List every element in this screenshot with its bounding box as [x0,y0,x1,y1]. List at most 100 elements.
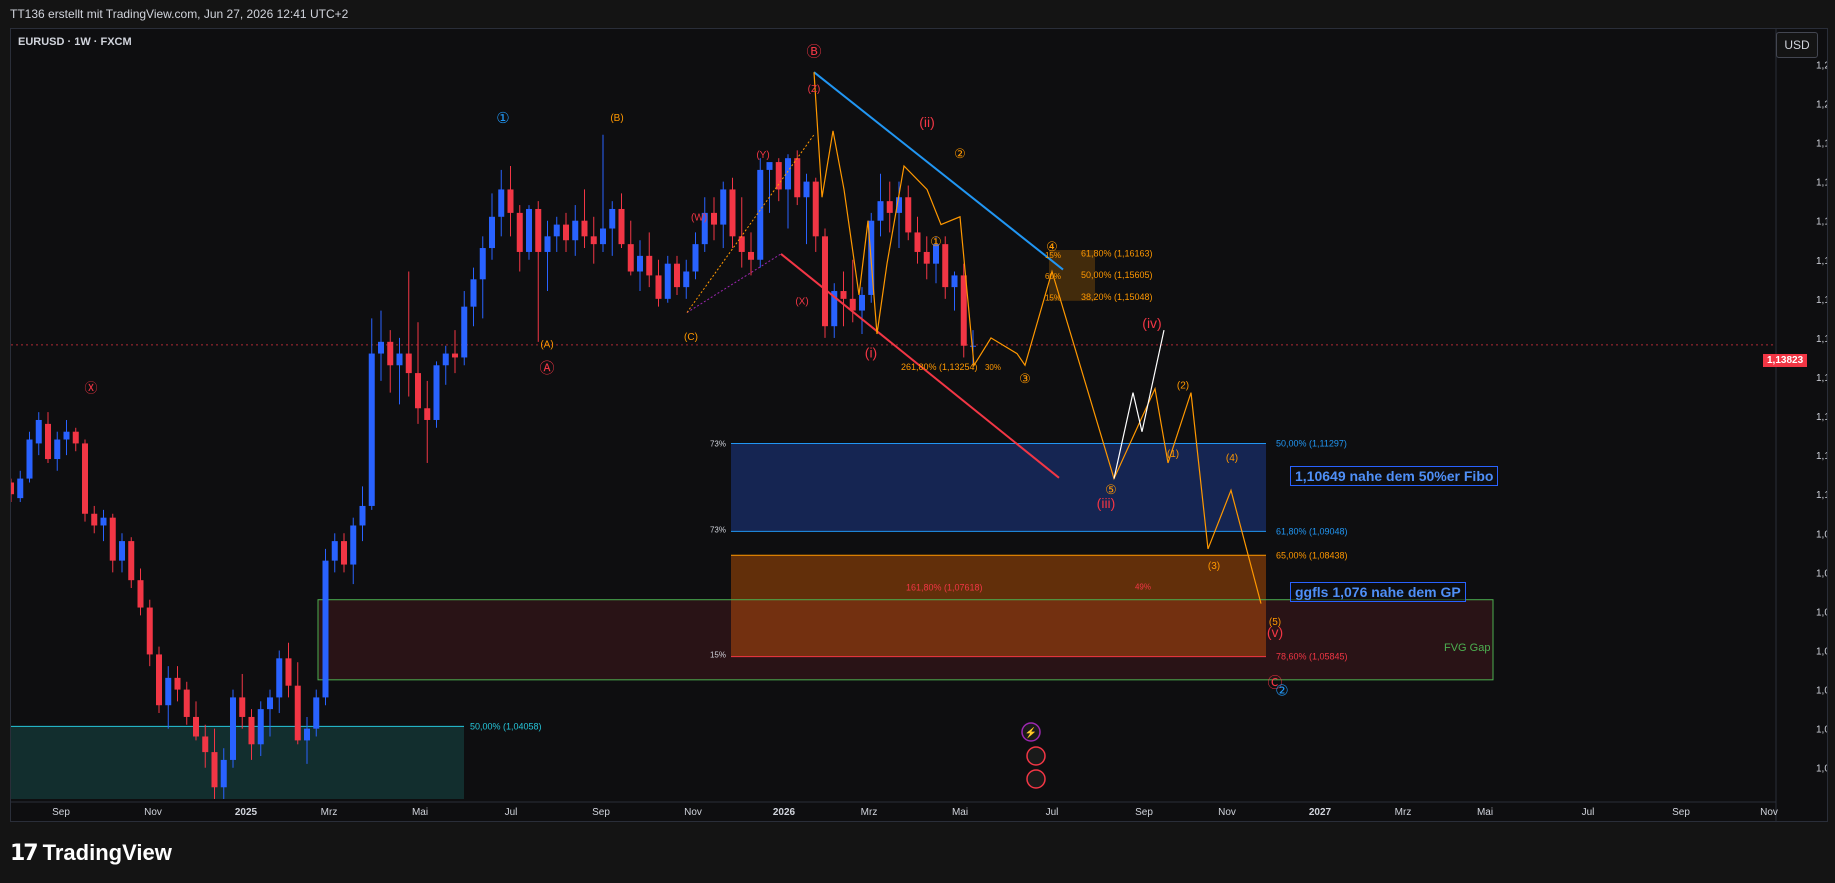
wave-label: (2) [1177,381,1189,392]
candle-body [378,341,384,354]
candle-body [507,189,514,213]
current-price-tag: 1,13823 [1763,354,1808,367]
candle-body [479,248,486,280]
candle-body [970,345,976,347]
support-zone [11,726,464,799]
x-tick-label: Nov [684,807,702,818]
candle-body [239,697,246,717]
wave-label: (iii) [1097,495,1116,511]
x-tick-label: Mai [412,807,428,818]
candle-body [951,275,958,288]
page-title: TT136 erstellt mit TradingView.com, Jun … [10,7,349,21]
y-tick-label: 1,03000 [1816,764,1827,775]
candle-body [230,697,236,760]
candle-body [775,162,782,190]
candle-body [692,244,699,272]
candle-body [572,220,579,241]
percent-label: 73% [710,439,726,448]
candle-body [526,208,532,252]
x-tick-label: Sep [1672,807,1690,818]
candle-body [664,263,671,299]
candle-body [137,580,144,608]
candle-body [563,224,569,241]
wave-label: ⑤ [1105,482,1117,497]
y-tick-label: 1,14000 [1816,334,1827,345]
x-tick-label: 2025 [235,807,258,818]
candle-body [119,541,125,561]
candle-body [313,697,320,729]
candle-body [914,232,921,252]
candle-body [211,752,218,788]
wave-label: (5) [1269,617,1281,628]
candle-body [35,419,42,444]
wave-label: Ⓐ [539,360,554,377]
candle-body [748,251,754,260]
candle-body [840,291,847,299]
fib-label: 161,80% (1,07618) [906,582,983,592]
tradingview-name: TradingView [42,840,172,865]
y-tick-label: 1,09000 [1816,529,1827,540]
y-tick-label: 1,12000 [1816,412,1827,423]
candle-body [960,275,967,346]
x-tick-label: Nov [1218,807,1236,818]
candle-body [359,505,366,526]
candle-body [627,244,634,272]
y-tick-label: 1,06000 [1816,647,1827,658]
y-tick-label: 1,11000 [1816,451,1827,462]
x-tick-label: Mrz [861,807,878,818]
candle-body [859,294,865,311]
candle-body [202,736,209,753]
candle-body [812,181,819,237]
y-tick-label: 1,17000 [1816,217,1827,228]
wave-label: (Y) [756,150,769,161]
candle-body [766,162,773,170]
candle-body [674,263,680,288]
wave-label: (Z) [808,84,821,95]
percent-label: 30% [985,363,1001,372]
candle-body [886,201,893,213]
candle-body [581,220,588,237]
wave-label: (i) [865,344,877,360]
fib-label: 50,00% (1,11297) [1276,439,1347,449]
candle-body [803,181,810,198]
candle-body [183,689,190,717]
candle-body [193,716,199,737]
percent-label: 73% [710,525,726,534]
candle-body [45,423,51,460]
candle-body [109,517,116,561]
y-tick-label: 1,10000 [1816,490,1827,501]
candle-body [535,208,542,252]
candle-body [220,759,227,788]
candle-body [942,244,949,288]
candle-body [923,251,930,264]
wave-label: (ii) [919,114,935,130]
percent-label: 49% [1135,582,1151,591]
x-tick-label: Nov [144,807,162,818]
currency-button[interactable]: USD [1776,32,1818,58]
blue-fib-zone [731,443,1266,532]
candle-body [341,541,347,565]
candle-body [128,541,135,581]
y-tick-label: 1,15000 [1816,295,1827,306]
candle-body [590,236,597,245]
candle-body [11,482,14,495]
candle-body [387,341,394,366]
fib-label: 261,80% (1,13254) [901,362,978,372]
chart-area[interactable]: 1,21000 1,20000 1,19000 1,18000 1,17000 1,160… [10,28,1828,822]
candle-body [165,677,172,706]
y-tick-label: 1,05000 [1816,686,1827,697]
candle-body [905,197,912,233]
candle-body [424,408,431,420]
bottom-bar [0,822,1835,883]
x-tick-label: Mrz [321,807,338,818]
y-tick-label: 1,16000 [1816,256,1827,267]
x-tick-label: 2027 [1309,807,1332,818]
candle-body [54,439,61,460]
wave-label: Ⓧ [84,381,97,396]
chart-svg[interactable]: 1,21000 1,20000 1,19000 1,18000 1,17000 1,160… [11,29,1827,821]
wave-label: ③ [1019,371,1031,386]
fib-label: 61,80% (1,09048) [1276,526,1348,536]
tradingview-logo[interactable]: 17 TradingView [10,840,172,866]
fib-label: 38,20% (1,15048) [1081,292,1153,302]
us-flag-icon [1026,769,1046,789]
